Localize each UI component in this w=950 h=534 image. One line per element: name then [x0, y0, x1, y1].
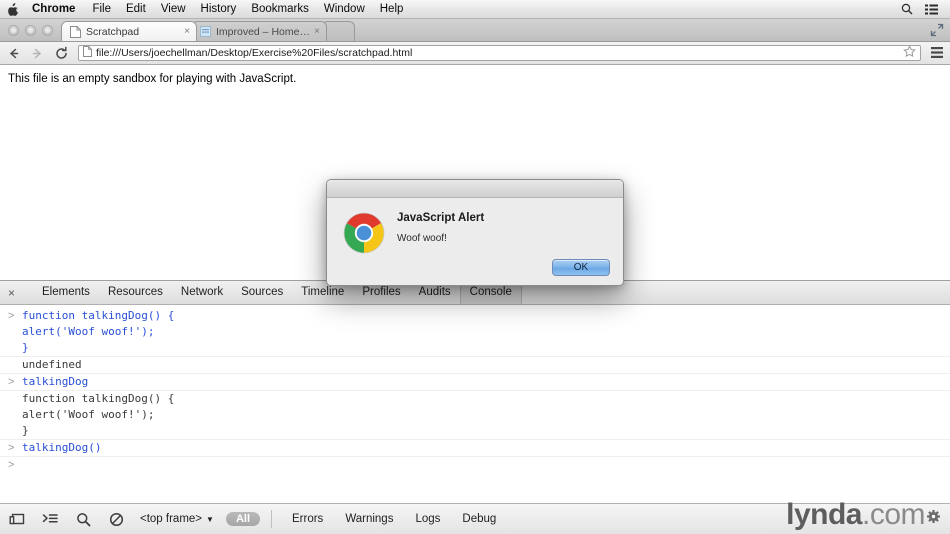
console-prompt-chevron: >: [8, 442, 15, 454]
web-page-viewport: This file is an empty sandbox for playin…: [0, 65, 950, 286]
console-line-text: talkingDog(): [22, 441, 102, 454]
lynda-watermark: lynda .com: [786, 499, 940, 530]
console-line-text: undefined: [22, 358, 82, 371]
devtools-panel: × Elements Resources Network Sources Tim…: [0, 280, 950, 534]
address-bar-url: file:///Users/joechellman/Desktop/Exerci…: [96, 47, 413, 59]
devtools-tab-network[interactable]: Network: [172, 281, 232, 304]
close-tab-button[interactable]: ×: [184, 26, 190, 37]
menu-item-window[interactable]: Window: [324, 3, 365, 15]
dialog-message: Woof woof!: [397, 233, 447, 244]
fullscreen-icon[interactable]: [930, 23, 944, 37]
toolbar-divider: [271, 510, 272, 528]
close-window-button[interactable]: [8, 24, 19, 36]
console-line: alert('Woof woof!');: [0, 324, 950, 340]
search-icon[interactable]: [74, 510, 92, 528]
menu-item-view[interactable]: View: [161, 3, 186, 15]
close-devtools-button[interactable]: ×: [8, 287, 21, 299]
page-favicon-icon: [70, 25, 81, 38]
dialog-title-bar: [327, 180, 623, 198]
filter-debug-button[interactable]: Debug: [451, 513, 507, 525]
minimize-window-button[interactable]: [25, 24, 36, 36]
close-tab-button[interactable]: ×: [314, 26, 320, 37]
filter-warnings-button[interactable]: Warnings: [334, 513, 404, 525]
chrome-browser-window: Scratchpad × Improved – Home – Hans ×: [0, 19, 950, 534]
browser-tab-title: Scratchpad: [86, 25, 140, 38]
menu-item-edit[interactable]: Edit: [126, 3, 146, 15]
window-controls: [6, 19, 61, 41]
lynda-domain: .com: [861, 498, 926, 531]
console-line: alert('Woof woof!');: [0, 407, 950, 423]
lynda-wordmark: lynda: [786, 498, 862, 531]
console-output-area[interactable]: > function talkingDog() { alert('Woof wo…: [0, 305, 950, 503]
console-line: > talkingDog(): [0, 440, 950, 457]
site-favicon-icon: [200, 25, 211, 38]
page-icon: [83, 46, 92, 60]
devtools-tab-sources[interactable]: Sources: [232, 281, 292, 304]
console-line-text: function talkingDog() {: [22, 309, 175, 322]
bookmark-star-icon[interactable]: [903, 46, 916, 60]
menu-item-chrome[interactable]: Chrome: [32, 3, 75, 15]
menu-item-bookmarks[interactable]: Bookmarks: [251, 3, 309, 15]
browser-toolbar: file:///Users/joechellman/Desktop/Exerci…: [0, 42, 950, 65]
devtools-tab-resources[interactable]: Resources: [99, 281, 172, 304]
page-body-text: This file is an empty sandbox for playin…: [8, 73, 297, 85]
filter-all-button[interactable]: All: [225, 512, 260, 526]
chrome-logo-icon: [343, 212, 385, 254]
frame-selector-dropdown[interactable]: <top frame> ▼: [140, 513, 214, 525]
console-line-text: function talkingDog() {: [22, 392, 175, 405]
dialog-heading: JavaScript Alert: [397, 212, 485, 224]
search-icon[interactable]: [901, 3, 913, 15]
console-line-text: }: [22, 424, 29, 437]
console-prompt-chevron: >: [8, 459, 15, 471]
browser-tab-improved-home[interactable]: Improved – Home – Hans ×: [191, 21, 327, 41]
console-line-text: }: [22, 341, 29, 354]
console-prompt-chevron: >: [8, 310, 15, 322]
dock-panel-icon[interactable]: [8, 510, 26, 528]
browser-tab-scratchpad[interactable]: Scratchpad ×: [61, 21, 197, 41]
console-line-text: alert('Woof woof!');: [22, 325, 155, 338]
chevron-down-icon: ▼: [206, 514, 214, 524]
dialog-body: JavaScript Alert Woof woof! OK: [327, 198, 623, 285]
menu-item-help[interactable]: Help: [380, 3, 404, 15]
reload-icon[interactable]: [54, 46, 69, 61]
filter-errors-button[interactable]: Errors: [281, 513, 334, 525]
apple-logo-icon[interactable]: [8, 2, 19, 16]
console-prompt-chevron: >: [8, 376, 15, 388]
devtools-tab-elements[interactable]: Elements: [33, 281, 99, 304]
frame-selector-label: <top frame>: [140, 513, 203, 525]
menubar-status-icons: [901, 3, 942, 15]
menu-item-history[interactable]: History: [201, 3, 237, 15]
console-line: }: [0, 423, 950, 440]
dialog-ok-button[interactable]: OK: [552, 259, 610, 276]
maximize-window-button[interactable]: [42, 24, 53, 36]
menu-item-file[interactable]: File: [92, 3, 111, 15]
console-line: function talkingDog() {: [0, 391, 950, 407]
javascript-alert-dialog: JavaScript Alert Woof woof! OK: [326, 179, 624, 286]
tab-strip: Scratchpad × Improved – Home – Hans ×: [0, 19, 950, 42]
back-arrow-icon[interactable]: [6, 46, 21, 61]
console-line-text: talkingDog: [22, 375, 89, 388]
devtools-bottom-bar: <top frame> ▼ All Errors Warnings Logs D…: [0, 500, 950, 534]
console-line: undefined: [0, 357, 950, 374]
forward-arrow-icon: [30, 46, 45, 61]
console-line: > talkingDog: [0, 374, 950, 391]
browser-tab-title: Improved – Home – Hans: [216, 25, 310, 38]
list-menu-icon[interactable]: [925, 4, 938, 15]
console-prompt-line[interactable]: >: [0, 457, 950, 473]
hamburger-menu-icon[interactable]: [930, 46, 944, 60]
console-line-text: alert('Woof woof!');: [22, 408, 155, 421]
filter-logs-button[interactable]: Logs: [404, 513, 451, 525]
clear-console-icon[interactable]: [107, 510, 125, 528]
console-line: }: [0, 340, 950, 357]
console-drawer-icon[interactable]: [41, 510, 59, 528]
address-bar[interactable]: file:///Users/joechellman/Desktop/Exerci…: [78, 45, 921, 61]
macos-menu-bar: Chrome File Edit View History Bookmarks …: [0, 0, 950, 19]
console-line: > function talkingDog() {: [0, 308, 950, 324]
gear-icon: [927, 499, 940, 529]
